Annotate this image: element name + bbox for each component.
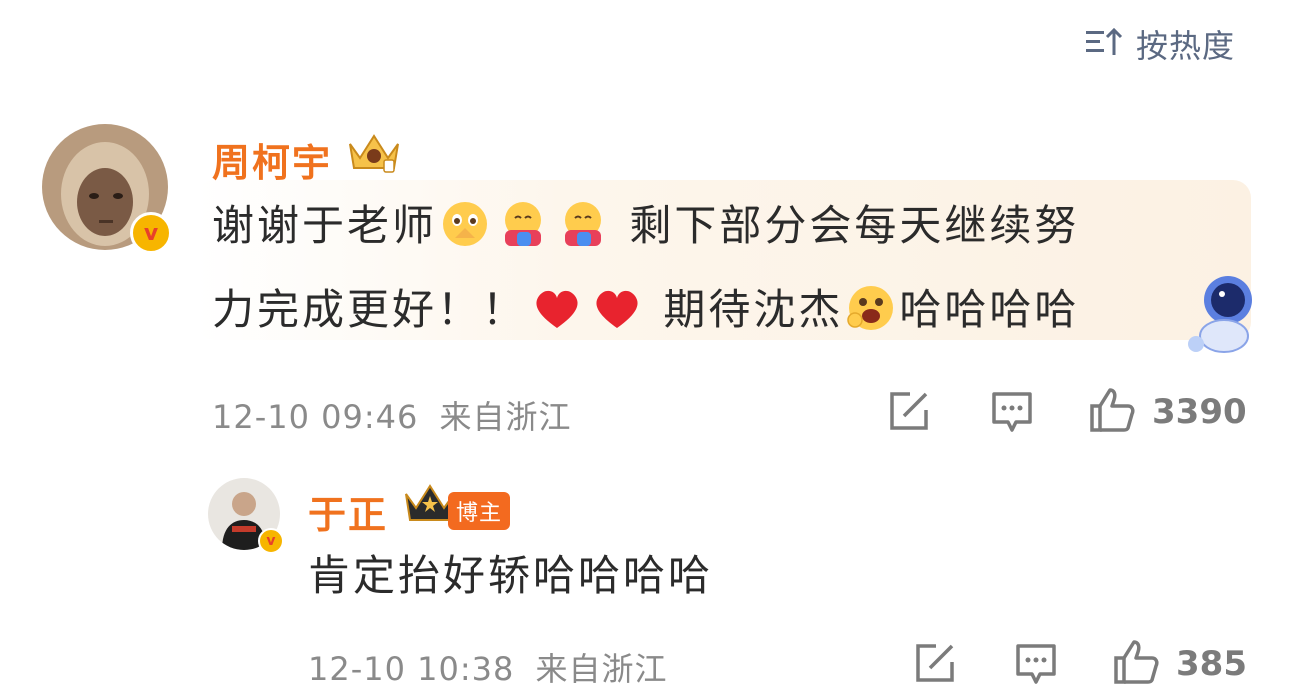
username[interactable]: 于正 <box>308 484 388 539</box>
comment-text-part: 剩下部分会每天继续努 <box>629 201 1080 250</box>
like-button[interactable]: 385 <box>1112 638 1247 690</box>
verified-badge-icon: v <box>130 212 172 254</box>
reply-text: 肯定抬好轿哈哈哈哈 <box>308 551 714 600</box>
hug-emoji-icon <box>497 196 549 272</box>
avatar[interactable]: v <box>208 478 284 554</box>
comment-icon <box>990 390 1034 438</box>
timestamp: 12-10 10:38 <box>308 650 515 688</box>
comment-text-part: 谢谢于老师 <box>212 201 438 250</box>
avatar[interactable]: v <box>42 124 172 254</box>
username[interactable]: 周柯宇 <box>212 132 332 187</box>
comment-text-part: 哈哈哈哈 <box>899 285 1080 334</box>
share-button[interactable] <box>888 390 930 436</box>
hug-emoji-icon <box>557 196 609 272</box>
reply-button[interactable] <box>1014 642 1058 690</box>
blogger-badge: 博主 <box>448 492 511 530</box>
comment-text-part: 力完成更好！！ <box>212 285 528 334</box>
verified-badge-icon: v <box>258 528 284 554</box>
heart-emoji-icon <box>591 280 643 356</box>
sort-icon <box>1086 27 1124 61</box>
heart-emoji-icon <box>531 280 583 356</box>
like-count: 3390 <box>1152 392 1247 432</box>
sort-by-hot-button[interactable]: 按热度 <box>1086 24 1236 65</box>
sort-label: 按热度 <box>1136 27 1236 65</box>
comment-meta: 12-10 10:38 来自浙江 <box>308 644 668 690</box>
crown-badge-icon <box>346 128 402 178</box>
share-icon <box>888 390 930 436</box>
reply-button[interactable] <box>990 390 1034 438</box>
thumbs-up-icon <box>1088 386 1136 438</box>
comment-icon <box>1014 642 1058 690</box>
like-button[interactable]: 3390 <box>1088 386 1247 438</box>
comment-meta: 12-10 09:46 来自浙江 <box>212 392 572 438</box>
comment-text: 谢谢于老师 剩下部分会每天继续努 力完成更好！！ 期待沈杰 哈哈哈哈 <box>212 188 1212 356</box>
timestamp: 12-10 09:46 <box>212 398 419 436</box>
comment-text-part: 期待沈杰 <box>663 285 844 334</box>
thumbs-up-icon <box>1112 638 1160 690</box>
pleading-emoji-icon <box>441 196 489 272</box>
location: 来自浙江 <box>439 398 572 436</box>
like-count: 385 <box>1176 644 1247 684</box>
location: 来自浙江 <box>535 650 668 688</box>
laughing-emoji-icon <box>847 280 895 356</box>
share-button[interactable] <box>914 642 956 688</box>
share-icon <box>914 642 956 688</box>
